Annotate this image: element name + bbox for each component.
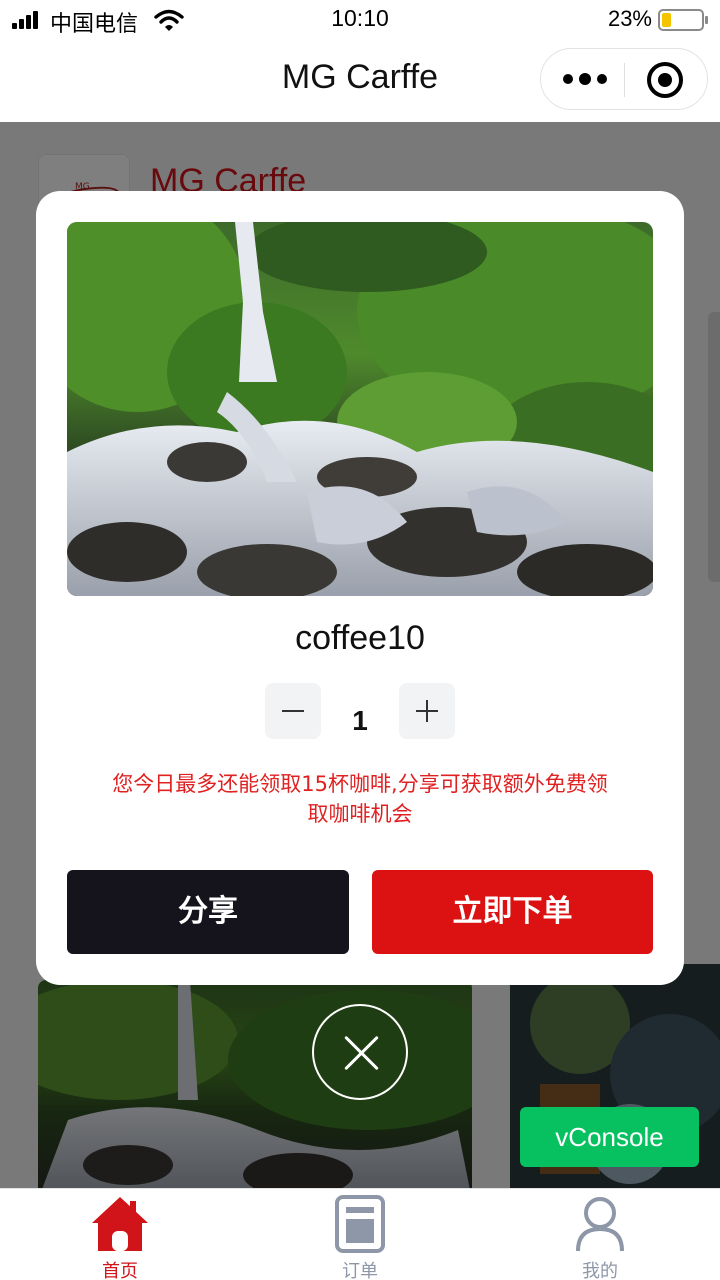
- profile-icon: [576, 1197, 624, 1252]
- tab-label: 我的: [582, 1261, 618, 1280]
- tab-bar: 首页 订单 我的: [0, 1188, 720, 1280]
- capsule-divider: [624, 63, 625, 97]
- daily-limit-notice: 您今日最多还能领取15杯咖啡,分享可获取额外免费领取咖啡机会: [112, 772, 608, 826]
- tab-home[interactable]: 首页: [0, 1189, 240, 1280]
- navigation-bar: MG Carffe: [0, 40, 720, 122]
- plus-icon[interactable]: [399, 683, 455, 739]
- status-bar: 中国电信 10:10 23%: [0, 0, 720, 40]
- quantity-value: 1: [352, 705, 368, 736]
- close-icon[interactable]: [312, 1004, 408, 1100]
- home-icon: [92, 1197, 148, 1251]
- share-button[interactable]: 分享: [67, 870, 349, 954]
- battery-percent: 23%: [607, 6, 652, 31]
- tab-profile[interactable]: 我的: [480, 1189, 720, 1280]
- close-mini-program-icon[interactable]: [647, 62, 683, 98]
- mini-program-capsule: [540, 48, 708, 110]
- order-now-button[interactable]: 立即下单: [372, 870, 653, 954]
- vconsole-button[interactable]: vConsole: [520, 1107, 699, 1167]
- product-name: coffee10: [295, 619, 425, 657]
- battery-icon: [658, 9, 708, 31]
- tab-label: 首页: [102, 1261, 138, 1280]
- minus-icon[interactable]: [265, 683, 321, 739]
- tab-label: 订单: [342, 1261, 378, 1280]
- product-modal: coffee10 1 您今日最多还能领取15杯咖啡,分享可获取额外免费领取咖啡机…: [36, 191, 684, 985]
- order-icon: [335, 1195, 385, 1253]
- tab-orders[interactable]: 订单: [240, 1189, 480, 1280]
- product-image: [67, 222, 653, 596]
- more-icon[interactable]: [563, 67, 607, 91]
